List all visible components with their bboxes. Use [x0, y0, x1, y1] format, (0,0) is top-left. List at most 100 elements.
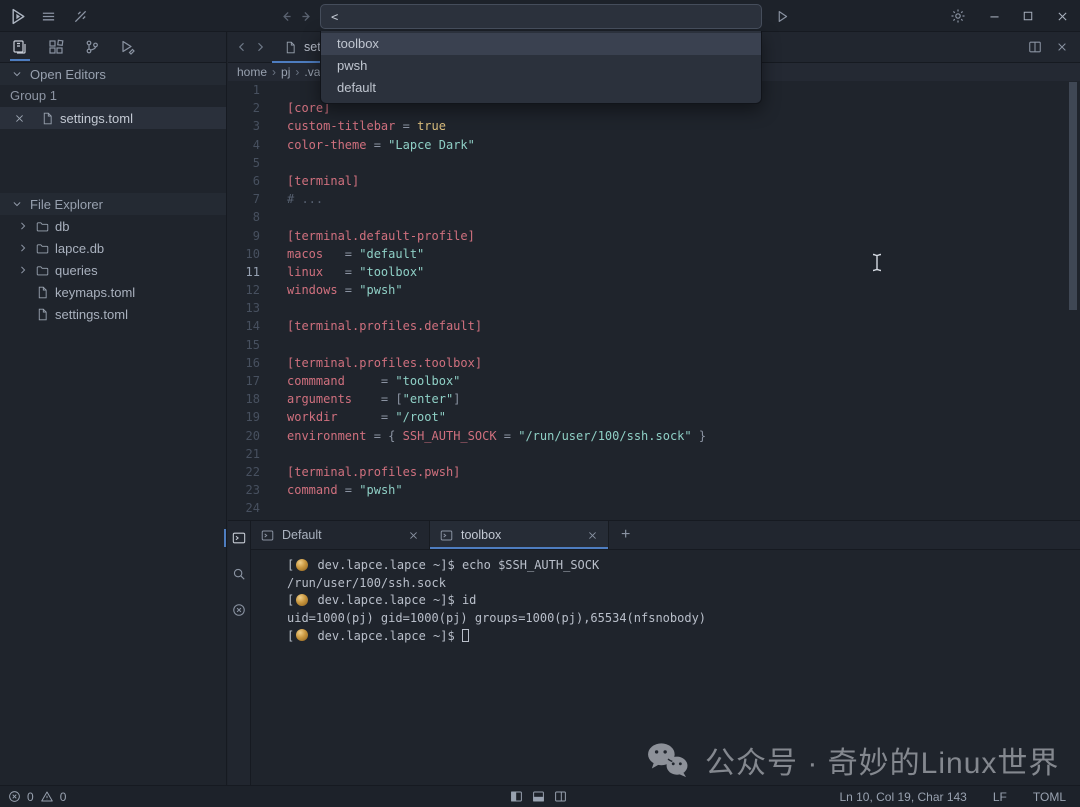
code-line[interactable]: 19workdir = "/root" — [228, 408, 1080, 426]
plugins-panel-icon[interactable] — [45, 34, 67, 60]
terminal-tab-default[interactable]: Default — [251, 521, 430, 549]
code-line[interactable]: 14[terminal.profiles.default] — [228, 317, 1080, 335]
palette-item-toolbox[interactable]: toolbox — [321, 33, 761, 55]
breadcrumb-segment[interactable]: home — [237, 65, 267, 79]
breadcrumb-segment[interactable]: pj — [281, 65, 290, 79]
file-explorer-panel-icon[interactable] — [9, 34, 31, 60]
tree-item-keymaps.toml[interactable]: keymaps.toml — [0, 281, 226, 303]
problems-panel-icon[interactable] — [230, 601, 248, 619]
token-str: "Lapce Dark" — [388, 138, 475, 152]
terminal-tab-label: Default — [282, 528, 322, 542]
code-line[interactable]: 5 — [228, 154, 1080, 172]
code-line[interactable]: 24 — [228, 499, 1080, 517]
code-line[interactable]: 22[terminal.profiles.pwsh] — [228, 463, 1080, 481]
problems-summary[interactable]: 0 0 — [0, 790, 66, 804]
code-line[interactable]: 8 — [228, 208, 1080, 226]
open-editors-header[interactable]: Open Editors — [0, 63, 226, 85]
tree-item-lapce.db[interactable]: lapce.db — [0, 237, 226, 259]
run-button[interactable] — [770, 4, 794, 28]
token-str: "/run/user/100/ssh.sock" — [518, 429, 691, 443]
panel-toggles — [510, 790, 567, 803]
debug-panel-icon[interactable] — [117, 34, 139, 60]
code-line[interactable]: 7# ... — [228, 190, 1080, 208]
token-sec: [terminal] — [287, 174, 359, 188]
token-str: "toolbox" — [395, 374, 460, 388]
code-line[interactable]: 18arguments = ["enter"] — [228, 390, 1080, 408]
terminal-tab-toolbox[interactable]: toolbox — [430, 521, 609, 549]
code-editor[interactable]: 12[core]3custom-titlebar = true4color-th… — [228, 81, 1080, 520]
cursor-position[interactable]: Ln 10, Col 19, Char 143 — [839, 790, 966, 804]
terminal-panel-icon[interactable] — [230, 529, 248, 547]
chevron-right-icon[interactable] — [16, 243, 30, 253]
breadcrumb-separator: › — [272, 65, 276, 79]
open-editor-item[interactable]: settings.toml — [0, 107, 226, 129]
palette-input[interactable]: < — [320, 4, 762, 29]
toggle-bottom-panel-icon[interactable] — [532, 790, 545, 803]
file-icon — [36, 308, 49, 321]
code-line[interactable]: 13 — [228, 299, 1080, 317]
line-number: 5 — [228, 154, 260, 172]
file-explorer-tree: dblapce.dbquerieskeymaps.tomlsettings.to… — [0, 215, 226, 325]
close-editor-icon[interactable] — [1056, 40, 1068, 54]
remote-connection-icon[interactable] — [68, 4, 92, 28]
palette-item-pwsh[interactable]: pwsh — [321, 55, 761, 77]
tree-item-queries[interactable]: queries — [0, 259, 226, 281]
code-line[interactable]: 15 — [228, 336, 1080, 354]
code-line[interactable]: 20environment = { SSH_AUTH_SOCK = "/run/… — [228, 427, 1080, 445]
lapce-logo-icon — [6, 4, 30, 28]
file-explorer-header[interactable]: File Explorer — [0, 193, 226, 215]
menu-icon[interactable] — [36, 4, 60, 28]
close-terminal-icon[interactable] — [408, 530, 419, 541]
code-line[interactable]: 11linux = "toolbox" — [228, 263, 1080, 281]
wechat-logo-icon — [645, 741, 691, 779]
tree-item-db[interactable]: db — [0, 215, 226, 237]
line-number: 9 — [228, 227, 260, 245]
line-number: 22 — [228, 463, 260, 481]
tab-scroll-left-icon[interactable] — [236, 41, 248, 53]
line-number: 12 — [228, 281, 260, 299]
tab-scroll-right-icon[interactable] — [254, 41, 266, 53]
breadcrumb-segment[interactable]: .va — [304, 65, 320, 79]
line-number: 3 — [228, 117, 260, 135]
line-number: 2 — [228, 99, 260, 117]
nav-forward-icon[interactable] — [294, 4, 318, 28]
minimize-button[interactable] — [982, 4, 1006, 28]
chevron-right-icon[interactable] — [16, 265, 30, 275]
language-mode[interactable]: TOML — [1033, 790, 1066, 804]
palette-item-default[interactable]: default — [321, 77, 761, 99]
terminal-line: [ dev.lapce.lapce ~]$ echo $SSH_AUTH_SOC… — [287, 557, 1080, 575]
token-op: = — [366, 138, 388, 152]
close-terminal-icon[interactable] — [587, 530, 598, 541]
code-line[interactable]: 17commmand = "toolbox" — [228, 372, 1080, 390]
code-line[interactable]: 3custom-titlebar = true — [228, 117, 1080, 135]
editor-scrollbar[interactable] — [1069, 82, 1077, 310]
source-control-panel-icon[interactable] — [81, 34, 103, 60]
search-panel-icon[interactable] — [230, 565, 248, 583]
code-line[interactable]: 12windows = "pwsh" — [228, 281, 1080, 299]
token-key: SSH_AUTH_SOCK — [403, 429, 497, 443]
toolbox-orb-icon — [296, 629, 308, 641]
code-line[interactable]: 6[terminal] — [228, 172, 1080, 190]
close-window-button[interactable] — [1050, 4, 1074, 28]
file-icon — [284, 41, 297, 54]
tree-item-settings.toml[interactable]: settings.toml — [0, 303, 226, 325]
settings-gear-icon[interactable] — [946, 4, 970, 28]
toggle-left-panel-icon[interactable] — [510, 790, 523, 803]
maximize-button[interactable] — [1016, 4, 1040, 28]
new-terminal-button[interactable]: + — [609, 521, 642, 549]
line-ending[interactable]: LF — [993, 790, 1007, 804]
code-line[interactable]: 23command = "pwsh" — [228, 481, 1080, 499]
line-content: environment = { SSH_AUTH_SOCK = "/run/us… — [287, 427, 706, 445]
code-line[interactable]: 4color-theme = "Lapce Dark" — [228, 136, 1080, 154]
code-line[interactable]: 16[terminal.profiles.toolbox] — [228, 354, 1080, 372]
toggle-right-panel-icon[interactable] — [554, 790, 567, 803]
code-line[interactable]: 21 — [228, 445, 1080, 463]
close-file-icon[interactable] — [14, 113, 25, 124]
split-editor-icon[interactable] — [1028, 40, 1042, 54]
code-line[interactable]: 10macos = "default" — [228, 245, 1080, 263]
token-op: = — [395, 119, 417, 133]
code-line[interactable]: 9 [terminal.default-profile] — [228, 227, 1080, 245]
chevron-right-icon[interactable] — [16, 221, 30, 231]
line-number: 13 — [228, 299, 260, 317]
token-sec: [terminal.default-profile] — [287, 229, 475, 243]
